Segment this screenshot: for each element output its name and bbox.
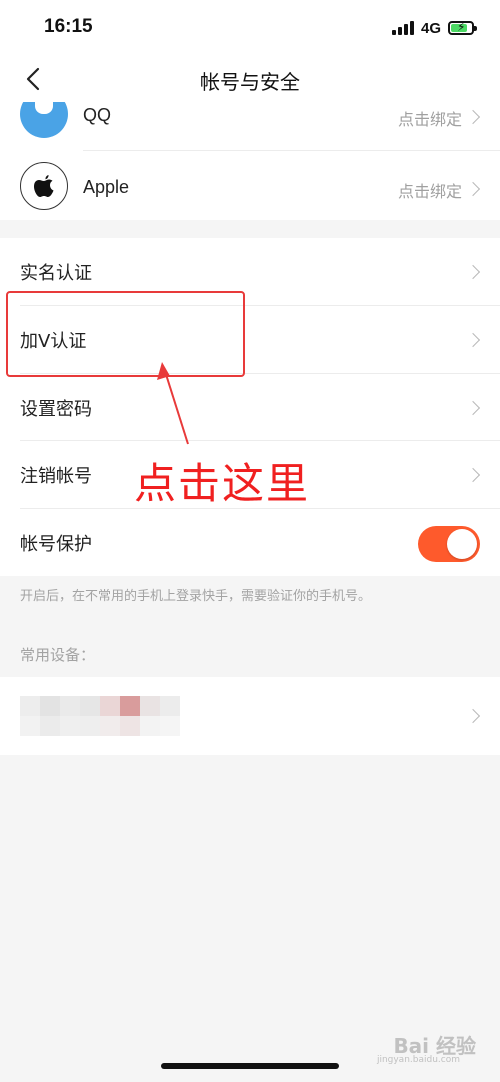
qq-icon [20,102,68,138]
bind-action: 点击绑定 [397,110,462,129]
status-time: 16:15 [44,16,93,37]
chevron-right-icon [465,332,481,348]
chevron-right-icon [465,264,481,280]
chevron-right-icon [465,181,481,197]
annotation-label: 点击这里 [134,459,311,508]
watermark-url: jingyan.baidu.com [376,1055,460,1065]
divider [83,150,500,151]
nav-bar: 帐号与安全 [0,56,500,102]
apple-icon [20,162,68,210]
annotation-arrow-icon [157,362,189,445]
device-item[interactable] [0,677,500,755]
bind-action: 点击绑定 [397,182,462,201]
device-name-redacted [20,696,180,736]
signal-icon [391,21,414,35]
account-row-apple[interactable]: Apple 点击绑定 [0,152,500,220]
status-bar: 16:15 4G ⚡ [0,0,500,56]
devices-section-title: 常用设备： [20,646,96,664]
menu-item-set-password[interactable]: 设置密码 [0,374,500,442]
chevron-right-icon [465,708,481,724]
menu-item-account-protect: 帐号保护 [0,509,500,577]
chevron-right-icon [465,467,481,483]
network-type: 4G [420,19,441,37]
account-protect-toggle[interactable] [418,526,480,562]
annotation-highlight-box [6,291,245,377]
settings-menu: 实名认证 加V认证 设置密码 注销帐号 帐号保护 [0,238,500,576]
account-label: QQ [83,105,112,125]
chevron-right-icon [465,109,481,125]
page-title: 帐号与安全 [200,70,300,94]
menu-label: 设置密码 [20,399,92,420]
account-label: Apple [83,177,130,197]
toggle-knob [447,529,477,559]
account-row-qq[interactable]: QQ 点击绑定 [0,102,500,150]
chevron-right-icon [465,400,481,416]
menu-label: 帐号保护 [20,534,92,555]
account-binding-group: QQ 点击绑定 Apple 点击绑定 [0,102,500,220]
home-indicator[interactable] [161,1063,339,1069]
menu-label: 注销帐号 [20,466,92,487]
menu-label: 实名认证 [20,263,92,284]
status-icons: 4G ⚡ [391,18,477,38]
protect-hint: 开启后，在不常用的手机上登录快手，需要验证你的手机号。 [20,589,372,604]
battery-icon: ⚡ [448,20,477,35]
